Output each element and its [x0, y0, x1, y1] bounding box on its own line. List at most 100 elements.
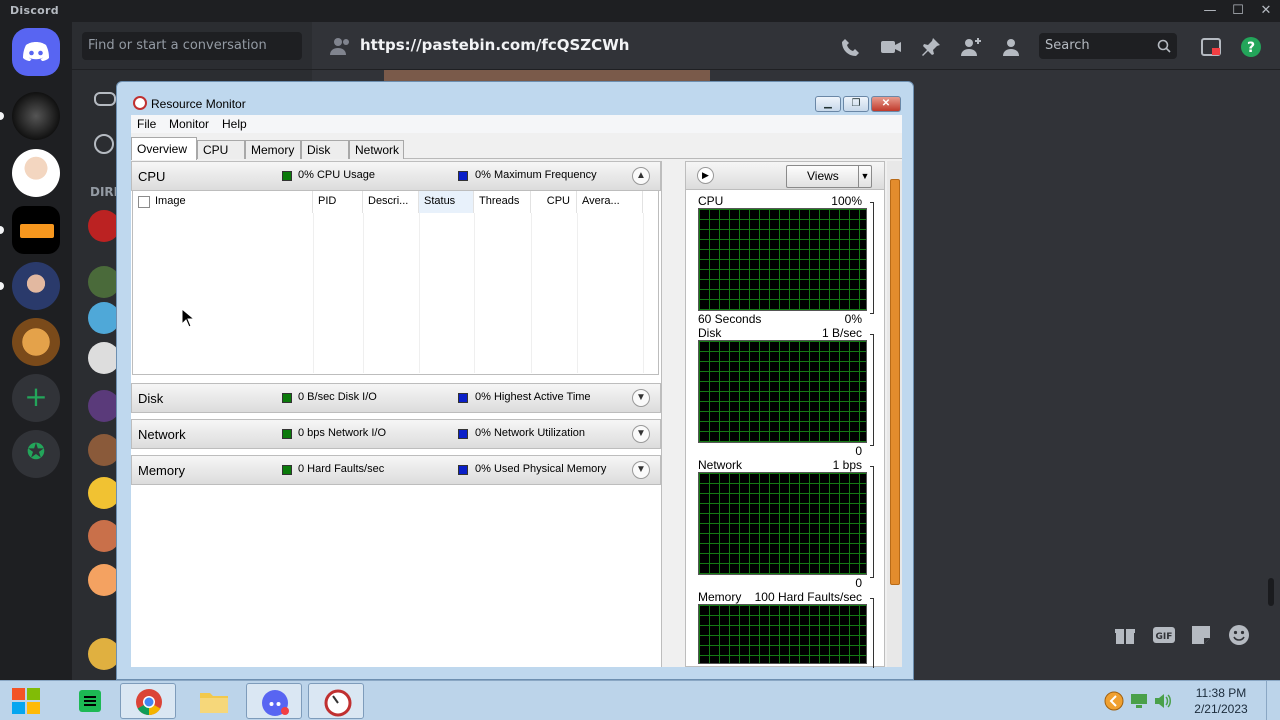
- minimize-button[interactable]: ▁: [815, 96, 841, 112]
- col-average[interactable]: Avera...: [577, 191, 643, 213]
- chevron-up-icon[interactable]: ▲: [632, 167, 650, 185]
- tab-disk[interactable]: Disk: [301, 140, 349, 159]
- disk-graph: [698, 340, 867, 443]
- network-utilization-legend-icon: [458, 429, 468, 439]
- server-avatar[interactable]: [12, 206, 60, 254]
- menu-monitor[interactable]: Monitor: [169, 117, 209, 131]
- max-frequency-stat: 0% Maximum Frequency: [475, 169, 597, 181]
- network-io-legend-icon: [282, 429, 292, 439]
- member-list-icon[interactable]: [1000, 36, 1022, 58]
- discord-titlebar: Discord — ☐ ✕: [0, 0, 1280, 22]
- tab-memory[interactable]: Memory: [245, 140, 301, 159]
- taskbar-file-explorer[interactable]: [186, 683, 242, 719]
- pin-icon[interactable]: [920, 36, 942, 58]
- taskbar-discord[interactable]: [246, 683, 302, 719]
- menu-file[interactable]: File: [137, 117, 156, 131]
- close-button[interactable]: ✕: [871, 96, 901, 112]
- server-avatar[interactable]: [12, 262, 60, 310]
- volume-tray-icon[interactable]: [1154, 693, 1172, 709]
- col-status[interactable]: Status: [419, 191, 474, 213]
- views-dropdown-icon[interactable]: ▼: [858, 166, 871, 187]
- collapse-graphs-icon[interactable]: ▶: [697, 167, 714, 184]
- disk-graph-min: 0: [855, 444, 862, 458]
- server-avatar[interactable]: [12, 318, 60, 366]
- resource-monitor-logo-icon: [133, 96, 147, 110]
- disk-section-title: Disk: [138, 391, 164, 406]
- cpu-section-header[interactable]: CPU 0% CPU Usage 0% Maximum Frequency ▲: [131, 161, 661, 191]
- taskbar-resource-monitor[interactable]: [308, 683, 364, 719]
- col-pid[interactable]: PID: [313, 191, 363, 213]
- graphs-toolbar: ▶ Views ▼: [686, 162, 884, 190]
- taskbar-spotify[interactable]: [62, 683, 118, 719]
- views-button[interactable]: Views ▼: [786, 165, 872, 188]
- gift-icon[interactable]: [1114, 622, 1136, 648]
- add-friend-icon[interactable]: [960, 36, 982, 58]
- used-memory-stat: 0% Used Physical Memory: [475, 463, 607, 475]
- restore-button[interactable]: ❐: [843, 96, 869, 112]
- channel-url: https://pastebin.com/fcQSZCWh: [360, 36, 630, 54]
- server-avatar[interactable]: [12, 92, 60, 140]
- memory-section-title: Memory: [138, 463, 185, 478]
- menu-bar: File Monitor Help: [131, 115, 902, 133]
- emoji-icon[interactable]: [1228, 622, 1250, 648]
- maximize-icon[interactable]: ☐: [1224, 2, 1252, 20]
- taskbar-chrome[interactable]: [120, 683, 176, 719]
- chevron-down-icon[interactable]: ▼: [632, 389, 650, 407]
- window-client: File Monitor Help Overview CPU Memory Di…: [131, 115, 902, 668]
- network-section-header[interactable]: Network 0 bps Network I/O 0% Network Uti…: [131, 419, 661, 449]
- gif-icon[interactable]: GIF: [1152, 622, 1176, 648]
- nitro-icon[interactable]: [94, 134, 114, 154]
- network-graph: [698, 472, 867, 575]
- show-desktop-button[interactable]: [1266, 681, 1280, 720]
- cpu-usage-stat: 0% CPU Usage: [298, 169, 376, 181]
- cpu-graph-min: 0%: [844, 312, 862, 326]
- explore-servers-icon[interactable]: ✪: [12, 430, 60, 478]
- dm-search-input[interactable]: Find or start a conversation: [82, 32, 302, 60]
- graphs-scrollbar[interactable]: [887, 161, 902, 667]
- tab-overview[interactable]: Overview: [131, 137, 197, 160]
- network-section-title: Network: [138, 427, 186, 442]
- menu-help[interactable]: Help: [222, 117, 247, 131]
- windows-start-icon[interactable]: [10, 685, 44, 717]
- network-tray-icon[interactable]: [1130, 693, 1148, 709]
- video-call-icon[interactable]: [880, 36, 902, 58]
- search-input[interactable]: Search: [1039, 33, 1177, 59]
- col-cpu[interactable]: CPU: [531, 191, 577, 213]
- inbox-icon[interactable]: [1200, 36, 1222, 58]
- chevron-down-icon[interactable]: ▼: [632, 425, 650, 443]
- col-threads[interactable]: Threads: [474, 191, 531, 213]
- tab-cpu[interactable]: CPU: [197, 140, 245, 159]
- tray-expand-icon[interactable]: [1104, 691, 1124, 711]
- chevron-down-icon[interactable]: ▼: [632, 461, 650, 479]
- unread-pill: [0, 226, 4, 234]
- minimize-icon[interactable]: —: [1196, 2, 1224, 20]
- clock-time: 11:38 PM: [1195, 686, 1247, 700]
- search-icon: [1157, 39, 1171, 53]
- disk-section-header[interactable]: Disk 0 B/sec Disk I/O 0% Highest Active …: [131, 383, 661, 413]
- tab-network[interactable]: Network: [349, 140, 404, 159]
- max-frequency-legend-icon: [458, 171, 468, 181]
- pane-splitter[interactable]: [661, 161, 678, 667]
- used-memory-legend-icon: [458, 465, 468, 475]
- memory-graph-label: Memory: [698, 590, 742, 604]
- friends-icon[interactable]: [94, 92, 116, 106]
- resource-monitor-window: Resource Monitor ▁ ❐ ✕ File Monitor Help…: [116, 81, 914, 680]
- server-avatar[interactable]: [12, 149, 60, 197]
- memory-graph-max: 100 Hard Faults/sec: [754, 590, 862, 604]
- close-icon[interactable]: ✕: [1252, 2, 1280, 20]
- help-icon[interactable]: ?: [1240, 36, 1262, 58]
- voice-call-icon[interactable]: [840, 36, 862, 58]
- taskbar-clock[interactable]: 11:38 PM 2/21/2023: [1186, 685, 1256, 717]
- col-description[interactable]: Descri...: [363, 191, 419, 213]
- memory-graph: [698, 604, 867, 664]
- taskbar: 11:38 PM 2/21/2023: [0, 680, 1280, 720]
- chat-scrollbar[interactable]: [1268, 578, 1274, 606]
- scrollbar-thumb[interactable]: [890, 179, 900, 585]
- col-image[interactable]: Image: [133, 191, 313, 213]
- overview-left-pane: CPU 0% CPU Usage 0% Maximum Frequency ▲ …: [131, 161, 661, 667]
- discord-home-icon[interactable]: [12, 28, 60, 76]
- cpu-section-title: CPU: [138, 169, 166, 184]
- sticker-icon[interactable]: [1190, 622, 1212, 648]
- memory-section-header[interactable]: Memory 0 Hard Faults/sec 0% Used Physica…: [131, 455, 661, 485]
- add-server-icon[interactable]: +: [12, 374, 60, 422]
